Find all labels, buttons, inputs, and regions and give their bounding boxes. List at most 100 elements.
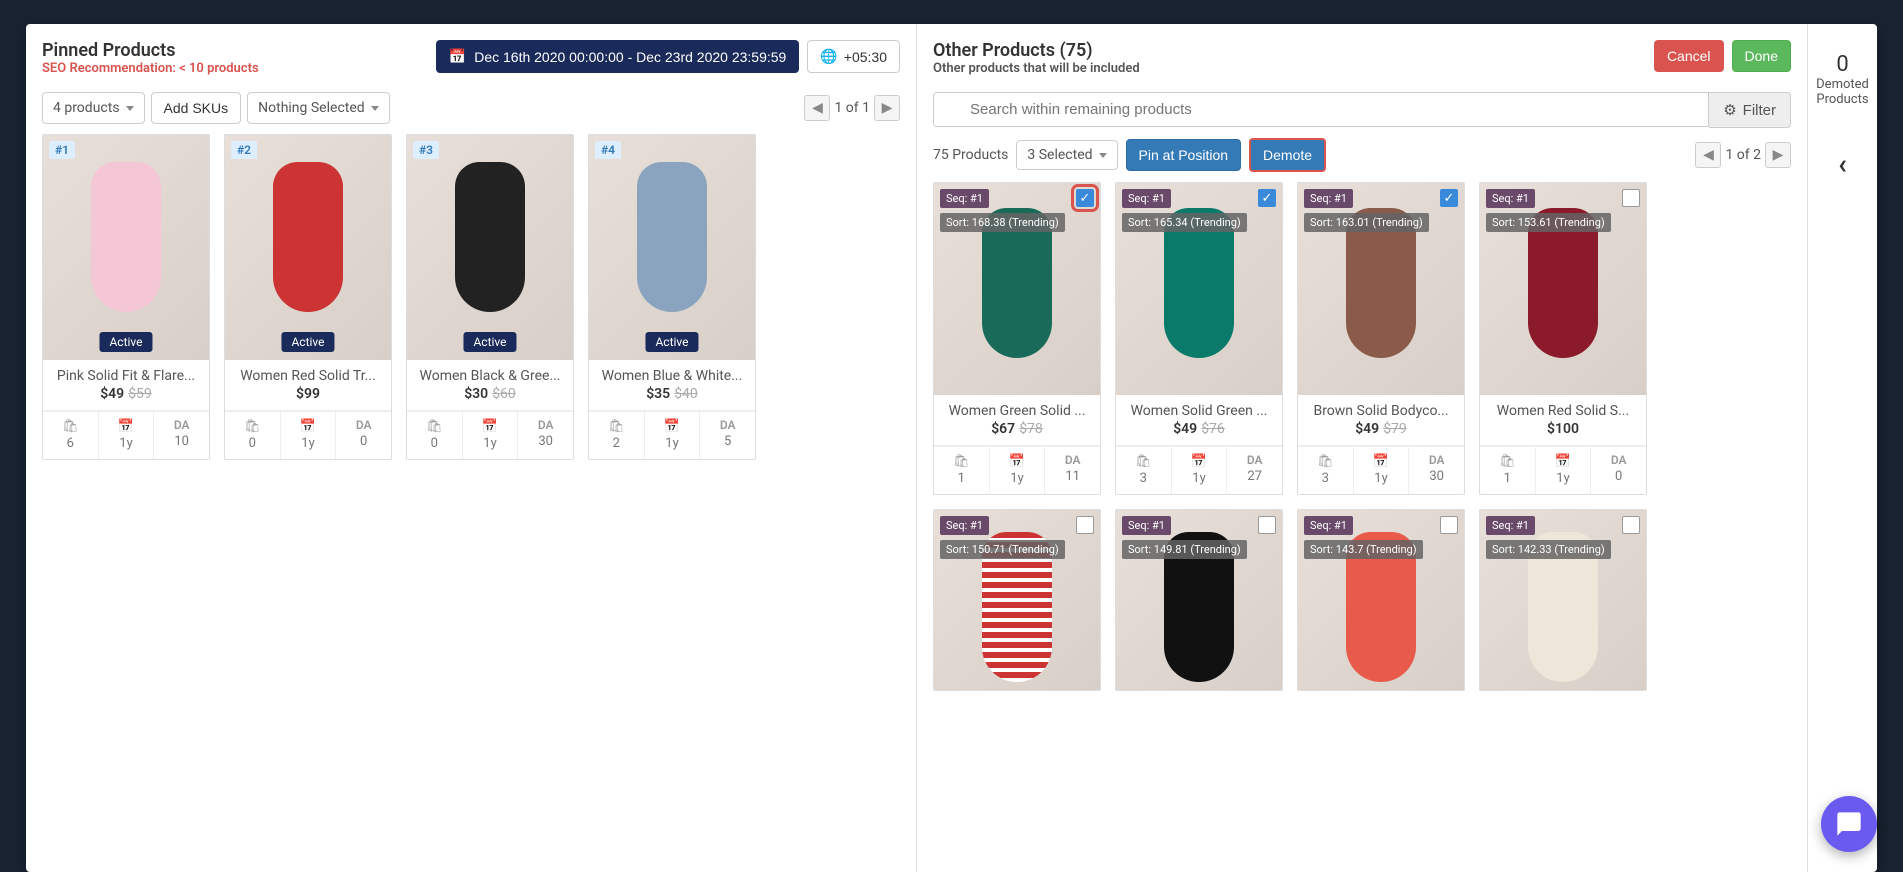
basket-icon: 🛍 [409,418,460,434]
product-title: Women Red Solid S... [1486,403,1640,419]
product-price: $49$59 [49,386,203,402]
seq-badge: Seq: #1 [1486,516,1535,535]
product-count-dropdown[interactable]: 4 products [42,92,145,124]
pin-at-position-button[interactable]: Pin at Position [1126,139,1242,171]
stat-value: 1y [1356,471,1407,486]
select-checkbox[interactable] [1076,516,1094,534]
seq-badge: Seq: #1 [1122,516,1171,535]
done-button[interactable]: Done [1732,40,1791,72]
sort-badge: Sort: 165.34 (Trending) [1122,213,1247,232]
calendar-icon: 📅 [465,418,516,434]
seq-badge: Seq: #1 [1304,516,1353,535]
product-image: Seq: #1 Sort: 142.33 (Trending) [1480,510,1646,690]
product-card[interactable]: #4 Active Women Blue & White... $35$40 🛍… [588,134,756,460]
product-card[interactable]: Seq: #1 Sort: 142.33 (Trending) [1479,509,1647,691]
pinned-products-panel: Pinned Products SEO Recommendation: < 10… [26,24,917,872]
calendar-icon: 📅 [449,48,466,65]
active-badge: Active [645,332,698,352]
nothing-selected-dropdown[interactable]: Nothing Selected [247,92,390,124]
stat-label: DA [1593,453,1644,467]
chevron-down-icon [371,106,379,111]
select-checkbox[interactable] [1258,516,1276,534]
position-badge: #4 [595,141,621,159]
pager-prev[interactable]: ◀ [804,95,830,121]
product-image: Seq: #1 Sort: 163.01 (Trending) ✓ [1298,183,1464,395]
chevron-down-icon [1099,153,1107,158]
product-title: Women Green Solid ... [940,403,1094,419]
sort-badge: Sort: 163.01 (Trending) [1304,213,1429,232]
pager-next[interactable]: ▶ [874,95,900,121]
product-card[interactable]: Seq: #1 Sort: 168.38 (Trending) ✓ Women … [933,182,1101,495]
product-image: Seq: #1 Sort: 143.7 (Trending) [1298,510,1464,690]
seq-badge: Seq: #1 [940,516,989,535]
stat-value: 6 [45,436,96,451]
stat-label: DA [702,418,753,432]
stat-value: 11 [1047,469,1098,484]
add-skus-button[interactable]: Add SKUs [151,92,242,124]
chevron-left-icon: ‹ [1838,147,1847,180]
chevron-down-icon [126,106,134,111]
stat-value: 30 [520,434,571,449]
select-checkbox[interactable]: ✓ [1076,189,1094,207]
product-price: $49$76 [1122,421,1276,437]
product-title: Women Red Solid Tr... [231,368,385,384]
product-card[interactable]: #2 Active Women Red Solid Tr... $99 🛍0 📅… [224,134,392,460]
chat-widget[interactable] [1821,796,1877,852]
active-badge: Active [281,332,334,352]
stat-value: 3 [1300,471,1351,486]
calendar-icon: 📅 [1174,453,1225,469]
position-badge: #3 [413,141,439,159]
stat-value: 3 [1118,471,1169,486]
search-input[interactable] [933,92,1709,127]
demoted-count: 0 [1836,52,1848,77]
filter-button[interactable]: ⚙ Filter [1709,92,1791,128]
stat-value: 1 [936,471,987,486]
demote-button[interactable]: Demote [1249,138,1326,172]
select-checkbox[interactable] [1622,189,1640,207]
product-card[interactable]: Seq: #1 Sort: 149.81 (Trending) [1115,509,1283,691]
select-checkbox[interactable] [1622,516,1640,534]
cancel-button[interactable]: Cancel [1654,40,1724,72]
calendar-icon: 📅 [1356,453,1407,469]
select-checkbox[interactable]: ✓ [1440,189,1458,207]
product-price: $30$60 [413,386,567,402]
pager-next[interactable]: ▶ [1765,142,1791,168]
stat-value: 0 [227,436,278,451]
demoted-sidebar[interactable]: 0 Demoted Products ‹ [1807,24,1877,872]
product-image: #3 Active [407,135,573,360]
selected-dropdown[interactable]: 3 Selected [1016,140,1117,170]
product-image: #4 Active [589,135,755,360]
stat-value: 0 [338,434,389,449]
stat-value: 30 [1411,469,1462,484]
timezone-button[interactable]: 🌐 +05:30 [807,40,900,73]
product-card[interactable]: Seq: #1 Sort: 153.61 (Trending) Women Re… [1479,182,1647,495]
seq-badge: Seq: #1 [1304,189,1353,208]
date-range-button[interactable]: 📅 Dec 16th 2020 00:00:00 - Dec 23rd 2020… [436,40,800,73]
product-price: $35$40 [595,386,749,402]
product-card[interactable]: #3 Active Women Black & Gree... $30$60 🛍… [406,134,574,460]
basket-icon: 🛍 [1300,453,1351,469]
stat-label: DA [1047,453,1098,467]
product-image: Seq: #1 Sort: 165.34 (Trending) ✓ [1116,183,1282,395]
basket-icon: 🛍 [1482,453,1533,469]
pager-prev[interactable]: ◀ [1695,142,1721,168]
product-card[interactable]: Seq: #1 Sort: 143.7 (Trending) [1297,509,1465,691]
other-title: Other Products (75) [933,40,1140,61]
basket-icon: 🛍 [45,418,96,434]
product-card[interactable]: #1 Active Pink Solid Fit & Flare... $49$… [42,134,210,460]
product-card[interactable]: Seq: #1 Sort: 150.71 (Trending) [933,509,1101,691]
stat-value: 0 [1593,469,1644,484]
select-checkbox[interactable] [1440,516,1458,534]
product-card[interactable]: Seq: #1 Sort: 165.34 (Trending) ✓ Women … [1115,182,1283,495]
active-badge: Active [99,332,152,352]
product-title: Women Solid Green ... [1122,403,1276,419]
select-checkbox[interactable]: ✓ [1258,189,1276,207]
other-products-panel: Other Products (75) Other products that … [917,24,1807,872]
product-image: Seq: #1 Sort: 149.81 (Trending) [1116,510,1282,690]
calendar-icon: 📅 [283,418,334,434]
product-price: $49$79 [1304,421,1458,437]
basket-icon: 🛍 [227,418,278,434]
stat-value: 1 [1482,471,1533,486]
product-card[interactable]: Seq: #1 Sort: 163.01 (Trending) ✓ Brown … [1297,182,1465,495]
sort-badge: Sort: 153.61 (Trending) [1486,213,1611,232]
